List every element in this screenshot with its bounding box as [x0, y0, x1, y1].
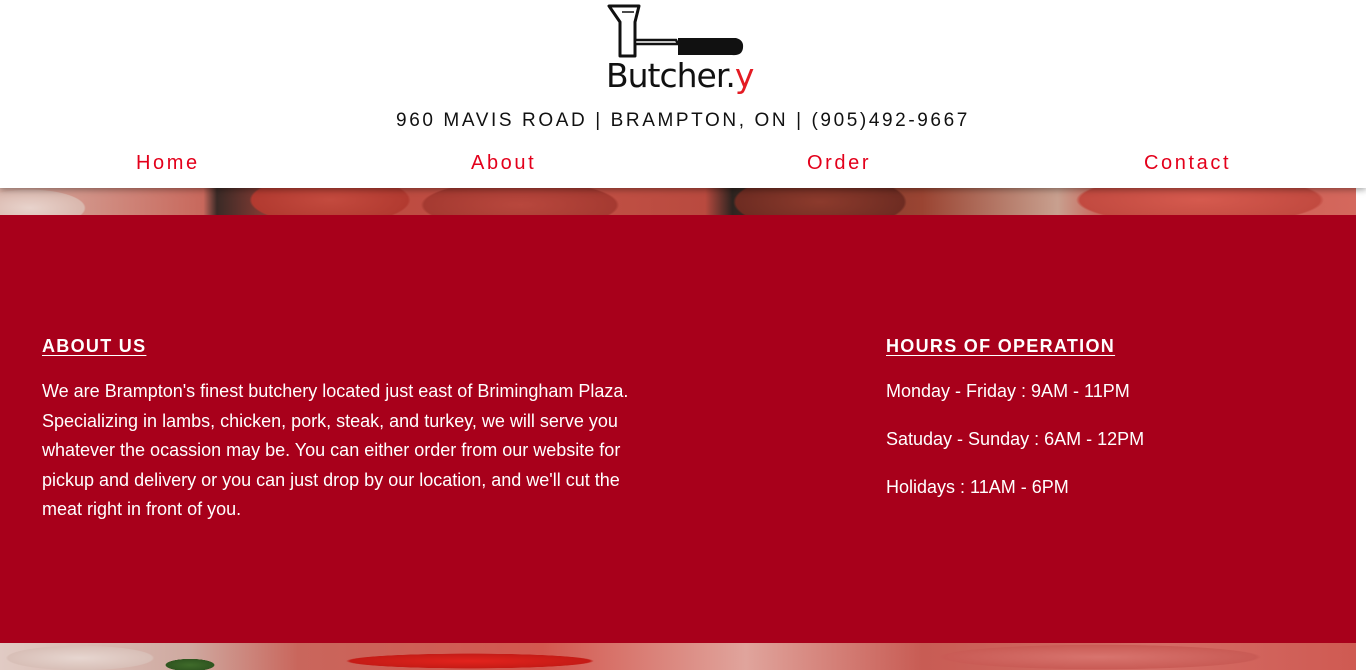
hours-weekday: Monday - Friday : 9AM - 11PM	[886, 381, 1130, 401]
hours-heading: HOURS OF OPERATION	[886, 336, 1116, 356]
about-text: We are Brampton's finest butchery locate…	[42, 381, 629, 519]
nav-about[interactable]: About	[471, 152, 536, 175]
page: Butcher.y 960 MAVIS ROAD | BRAMPTON, ON …	[0, 0, 1366, 670]
site-header: Butcher.y 960 MAVIS ROAD | BRAMPTON, ON …	[0, 0, 1366, 188]
hours-holidays: Holidays : 11AM - 6PM	[886, 477, 1069, 497]
nav-home[interactable]: Home	[136, 152, 200, 175]
logo-wordmark: Butcher.y	[606, 56, 755, 96]
nav-order[interactable]: Order	[807, 152, 871, 175]
page-gutter	[1356, 188, 1366, 670]
logo-text-main: Butcher.	[606, 56, 736, 95]
info-section: ABOUT US We are Brampton's finest butche…	[0, 215, 1356, 643]
hours-weekend: Satuday - Sunday : 6AM - 12PM	[886, 429, 1145, 449]
about-heading: ABOUT US	[42, 336, 147, 356]
cleaver-icon	[607, 4, 744, 58]
logo-text-accent: y	[734, 56, 755, 95]
nav-contact[interactable]: Contact	[1144, 152, 1231, 175]
meat-banner-image-bottom	[0, 643, 1356, 670]
store-address: 960 MAVIS ROAD | BRAMPTON, ON | (905)492…	[396, 110, 970, 131]
main-nav: Home About Order Contact	[0, 152, 1366, 180]
site-logo[interactable]: Butcher.y	[606, 4, 762, 100]
